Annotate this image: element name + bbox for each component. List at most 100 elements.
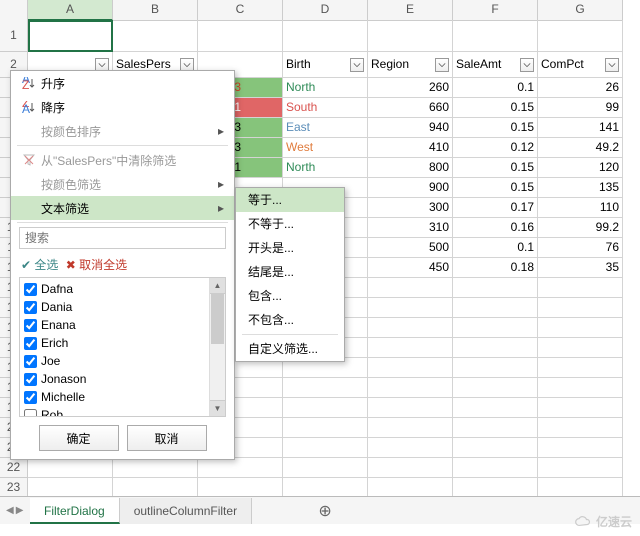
- cell[interactable]: [453, 318, 538, 338]
- cell[interactable]: North: [283, 78, 368, 98]
- cell[interactable]: South: [283, 98, 368, 118]
- cell[interactable]: 450: [368, 258, 453, 278]
- cell[interactable]: 940: [368, 118, 453, 138]
- cell[interactable]: [538, 458, 623, 478]
- sheet-tab-filterdialog[interactable]: FilterDialog: [30, 498, 120, 524]
- text-filter-item[interactable]: 文本筛选 ▸: [11, 196, 234, 220]
- col-header-f[interactable]: F: [453, 0, 538, 21]
- cell[interactable]: 310: [368, 218, 453, 238]
- cell[interactable]: 0.17: [453, 198, 538, 218]
- filter-checkbox[interactable]: [24, 391, 37, 404]
- filter-checkbox[interactable]: [24, 319, 37, 332]
- filter-dropdown-button[interactable]: [605, 58, 619, 72]
- cell[interactable]: [368, 398, 453, 418]
- filter-value-item[interactable]: Jonason: [24, 370, 221, 388]
- cell[interactable]: [453, 438, 538, 458]
- col-header-b[interactable]: B: [113, 0, 198, 21]
- cell[interactable]: 76: [538, 238, 623, 258]
- header-cell-e[interactable]: Region: [368, 52, 453, 78]
- cell[interactable]: 410: [368, 138, 453, 158]
- cell[interactable]: [368, 338, 453, 358]
- cell[interactable]: 110: [538, 198, 623, 218]
- cancel-button[interactable]: 取消: [127, 425, 207, 451]
- tab-prev-icon[interactable]: ◀: [6, 505, 14, 516]
- cell[interactable]: [453, 338, 538, 358]
- deselect-all-link[interactable]: 取消全选: [79, 258, 127, 272]
- filter-checkbox[interactable]: [24, 409, 37, 418]
- cell[interactable]: 660: [368, 98, 453, 118]
- cell[interactable]: 120: [538, 158, 623, 178]
- cell[interactable]: 0.15: [453, 158, 538, 178]
- select-all-link[interactable]: 全选: [34, 258, 58, 272]
- cell[interactable]: [538, 358, 623, 378]
- cell[interactable]: [368, 358, 453, 378]
- scrollbar[interactable]: ▲ ▼: [209, 278, 225, 416]
- cell[interactable]: East: [283, 118, 368, 138]
- cell[interactable]: [283, 378, 368, 398]
- filter-dropdown-button[interactable]: [520, 58, 534, 72]
- cell[interactable]: [538, 338, 623, 358]
- cell[interactable]: 0.15: [453, 98, 538, 118]
- cell[interactable]: 0.18: [453, 258, 538, 278]
- cell[interactable]: [198, 20, 283, 52]
- filter-dropdown-button[interactable]: [350, 58, 364, 72]
- cell[interactable]: 135: [538, 178, 623, 198]
- cell[interactable]: [538, 378, 623, 398]
- cell[interactable]: [283, 20, 368, 52]
- header-cell-d[interactable]: Birth: [283, 52, 368, 78]
- cell[interactable]: [538, 478, 623, 498]
- equals-item[interactable]: 等于...: [236, 188, 344, 212]
- filter-value-item[interactable]: Michelle: [24, 388, 221, 406]
- cell[interactable]: 260: [368, 78, 453, 98]
- cell[interactable]: [453, 298, 538, 318]
- select-all-corner[interactable]: [0, 0, 28, 21]
- row-header-1[interactable]: 1: [0, 20, 28, 52]
- filter-dropdown-button[interactable]: [435, 58, 449, 72]
- cell[interactable]: [453, 358, 538, 378]
- cell[interactable]: [198, 478, 283, 498]
- cell[interactable]: [283, 438, 368, 458]
- col-header-a[interactable]: A: [28, 0, 113, 21]
- filter-value-item[interactable]: Joe: [24, 352, 221, 370]
- cell[interactable]: 0.15: [453, 178, 538, 198]
- cell[interactable]: 26: [538, 78, 623, 98]
- cell[interactable]: [368, 478, 453, 498]
- cell[interactable]: [368, 20, 453, 52]
- cell[interactable]: [283, 398, 368, 418]
- cell[interactable]: [113, 478, 198, 498]
- cell[interactable]: [368, 438, 453, 458]
- cell-a1[interactable]: [28, 20, 113, 52]
- tab-next-icon[interactable]: ▶: [16, 505, 24, 516]
- ok-button[interactable]: 确定: [39, 425, 119, 451]
- cell[interactable]: [368, 418, 453, 438]
- filter-checkbox[interactable]: [24, 355, 37, 368]
- clear-filter-item[interactable]: 从"SalesPers"中清除筛选: [11, 148, 234, 172]
- add-sheet-button[interactable]: ⊕: [312, 501, 338, 521]
- cell[interactable]: [28, 478, 113, 498]
- cell[interactable]: 0.16: [453, 218, 538, 238]
- cell[interactable]: North: [283, 158, 368, 178]
- scroll-thumb[interactable]: [211, 294, 224, 344]
- row-header[interactable]: 22: [0, 458, 28, 478]
- cell[interactable]: [538, 318, 623, 338]
- row-header[interactable]: 23: [0, 478, 28, 498]
- cell[interactable]: [283, 458, 368, 478]
- cell[interactable]: 0.15: [453, 118, 538, 138]
- cell[interactable]: [538, 298, 623, 318]
- cell[interactable]: [368, 318, 453, 338]
- header-cell-g[interactable]: ComPct: [538, 52, 623, 78]
- cell[interactable]: West: [283, 138, 368, 158]
- cell[interactable]: 0.1: [453, 78, 538, 98]
- filter-value-item[interactable]: Rob: [24, 406, 221, 417]
- filter-search-input[interactable]: [19, 227, 226, 249]
- cell[interactable]: [113, 20, 198, 52]
- filter-value-item[interactable]: Erich: [24, 334, 221, 352]
- header-cell-f[interactable]: SaleAmt: [453, 52, 538, 78]
- scroll-down-button[interactable]: ▼: [210, 400, 225, 416]
- sort-desc-item[interactable]: ZA 降序: [11, 95, 234, 119]
- sort-asc-item[interactable]: AZ 升序: [11, 71, 234, 95]
- cell[interactable]: [453, 478, 538, 498]
- sort-color-item[interactable]: 按颜色排序 ▸: [11, 119, 234, 143]
- cell[interactable]: [538, 20, 623, 52]
- cell[interactable]: [538, 398, 623, 418]
